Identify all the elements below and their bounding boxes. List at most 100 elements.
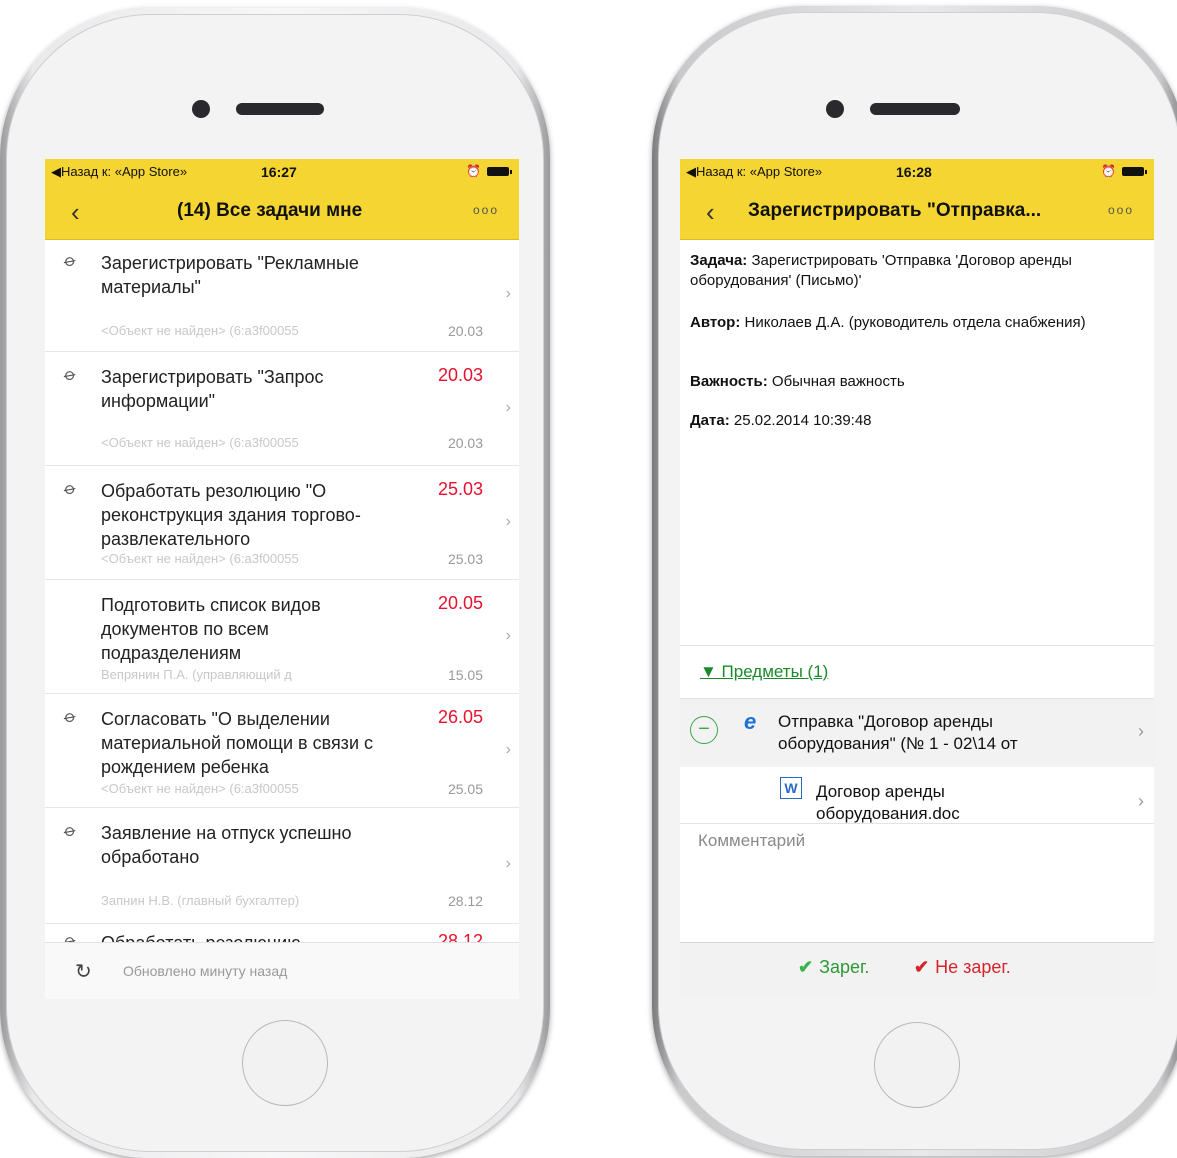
back-to-app-store-link[interactable]: ◀Назад к: «App Store» — [51, 164, 187, 180]
task-subtitle: Запнин Н.В. (главный бухгалтер) — [101, 893, 300, 908]
checkmark-icon: ✔ — [798, 957, 814, 977]
status-icons: ⏰ — [1101, 164, 1147, 178]
chevron-right-icon: › — [505, 741, 511, 758]
task-title: Зарегистрировать "Рекламные материалы" — [101, 253, 359, 297]
date-label: Дата: — [690, 412, 730, 429]
task-field: Задача: Зарегистрировать 'Отправка 'Дого… — [690, 251, 1150, 291]
task-label: Задача: — [690, 252, 748, 269]
chevron-right-icon: › — [505, 627, 511, 644]
task-due-date: 20.03 — [437, 365, 483, 385]
alarm-icon: ⏰ — [1101, 164, 1116, 178]
battery-icon — [1122, 166, 1147, 176]
task-subtitle: <Объект не найден> (6:a3f00055 — [101, 323, 299, 338]
back-to-app-store-link[interactable]: ◀Назад к: «App Store» — [686, 164, 822, 180]
front-camera — [192, 100, 210, 118]
chevron-right-icon: › — [1138, 721, 1144, 741]
nav-bar: ‹ Зарегистрировать "Отправка... ooo — [680, 183, 1154, 240]
home-button[interactable] — [242, 1020, 328, 1106]
action-bar: ✔ Зарег. ✔ Не зарег. — [680, 942, 1154, 995]
last-updated-text: Обновлено минуту назад — [123, 963, 288, 979]
task-title: Обработать резолюцию "О реконструкция зд… — [101, 481, 361, 549]
register-label: Зарег. — [819, 957, 870, 977]
task-date: 28.12 — [447, 893, 483, 909]
task-date: 25.05 — [447, 781, 483, 797]
divider — [680, 645, 1154, 646]
attachment-clip-icon: ⌀ — [60, 819, 81, 842]
task-row[interactable]: ⌀ Зарегистрировать "Запрос информации" 2… — [45, 355, 519, 466]
task-date: 25.03 — [447, 551, 483, 567]
task-row[interactable]: ⌀ Зарегистрировать "Рекламные материалы"… — [45, 241, 519, 352]
task-title: Заявление на отпуск успешно обработано — [101, 823, 352, 867]
task-row[interactable]: Подготовить список видов документов по в… — [45, 583, 519, 694]
date-field: Дата: 25.02.2014 10:39:48 — [690, 411, 1150, 431]
date-value: 25.02.2014 10:39:48 — [733, 412, 872, 429]
task-subtitle: <Объект не найден> (6:a3f00055 — [101, 551, 299, 566]
internet-explorer-icon: e — [744, 709, 757, 734]
chevron-right-icon: › — [505, 399, 511, 416]
more-menu-icon[interactable]: ooo — [473, 203, 499, 217]
front-camera — [826, 100, 844, 118]
task-value: Зарегистрировать 'Отправка 'Договор арен… — [690, 252, 1072, 289]
register-button[interactable]: ✔ Зарег. — [798, 957, 869, 978]
remove-circle-icon[interactable]: − — [690, 716, 718, 744]
alarm-icon: ⏰ — [466, 164, 481, 178]
task-date: 15.05 — [447, 667, 483, 683]
refresh-footer: ↻ Обновлено минуту назад — [45, 942, 519, 999]
left-screen: ◀Назад к: «App Store» 16:27 ⏰ ‹ (14) Все… — [45, 159, 519, 999]
author-field: Автор: Николаев Д.А. (руководитель отдел… — [690, 313, 1150, 333]
attachment-clip-icon: ⌀ — [60, 477, 81, 500]
status-bar: ◀Назад к: «App Store» 16:28 ⏰ — [680, 159, 1154, 183]
author-label: Автор: — [690, 314, 741, 331]
attachment-row[interactable]: W Договор аренды оборудования.doc › — [680, 767, 1154, 823]
back-chevron-icon[interactable]: ‹ — [71, 197, 80, 228]
attachment-clip-icon: ⌀ — [60, 249, 81, 272]
home-button[interactable] — [874, 1022, 960, 1108]
task-due-date: 26.05 — [437, 707, 483, 727]
task-subtitle: <Объект не найден> (6:a3f00055 — [101, 435, 299, 450]
task-date: 20.03 — [447, 435, 483, 451]
importance-value: Обычная важность — [771, 373, 905, 390]
page-title: Зарегистрировать "Отправка... — [748, 200, 1042, 221]
attachment-title: Отправка "Договор аренды оборудования" (… — [778, 712, 1018, 753]
not-register-label: Не зарег. — [935, 957, 1011, 977]
status-bar: ◀Назад к: «App Store» 16:27 ⏰ — [45, 159, 519, 183]
task-row[interactable]: ⌀ Заявление на отпуск успешно обработано… — [45, 811, 519, 924]
checkmark-icon: ✔ — [914, 957, 930, 977]
attachment-clip-icon: ⌀ — [60, 705, 81, 728]
task-title: Зарегистрировать "Запрос информации" — [101, 367, 324, 411]
task-subtitle: Вепрянин П.А. (управляющий д — [101, 667, 292, 682]
comment-input[interactable]: Комментарий — [698, 831, 805, 851]
task-date: 20.03 — [447, 323, 483, 339]
status-icons: ⏰ — [466, 164, 512, 178]
not-register-button[interactable]: ✔ Не зарег. — [914, 957, 1011, 978]
task-due-date: 20.05 — [437, 593, 483, 613]
divider — [680, 823, 1154, 824]
more-menu-icon[interactable]: ooo — [1108, 203, 1134, 217]
word-document-icon: W — [780, 777, 802, 799]
chevron-right-icon: › — [505, 285, 511, 302]
task-due-date: 25.03 — [437, 479, 483, 499]
battery-icon — [487, 166, 512, 176]
chevron-right-icon: › — [505, 513, 511, 530]
refresh-icon[interactable]: ↻ — [75, 959, 92, 984]
importance-label: Важность: — [690, 373, 768, 390]
attachment-clip-icon: ⌀ — [60, 363, 81, 386]
chevron-right-icon: › — [505, 855, 511, 872]
chevron-right-icon: › — [1138, 791, 1144, 811]
author-value: Николаев Д.А. (руководитель отдела снабж… — [744, 314, 1086, 331]
status-time: 16:28 — [896, 164, 932, 180]
earpiece-speaker — [236, 103, 324, 115]
back-chevron-icon[interactable]: ‹ — [706, 197, 715, 228]
task-subtitle: <Объект не найден> (6:a3f00055 — [101, 781, 299, 796]
page-title: (14) Все задачи мне — [177, 200, 363, 221]
task-row[interactable]: ⌀ Согласовать "О выделении материальной … — [45, 697, 519, 808]
task-title: Подготовить список видов документов по в… — [101, 595, 321, 663]
importance-field: Важность: Обычная важность — [690, 372, 1150, 392]
status-time: 16:27 — [261, 164, 297, 180]
task-row[interactable]: ⌀ Обработать резолюцию "О реконструкция … — [45, 469, 519, 580]
earpiece-speaker — [870, 103, 960, 115]
attachment-row[interactable]: − e Отправка "Договор аренды оборудовани… — [680, 699, 1154, 767]
nav-bar: ‹ (14) Все задачи мне ooo — [45, 183, 519, 240]
subjects-toggle-link[interactable]: ▼ Предметы (1) — [700, 662, 828, 682]
right-screen: ◀Назад к: «App Store» 16:28 ⏰ ‹ Зарегист… — [680, 159, 1154, 995]
